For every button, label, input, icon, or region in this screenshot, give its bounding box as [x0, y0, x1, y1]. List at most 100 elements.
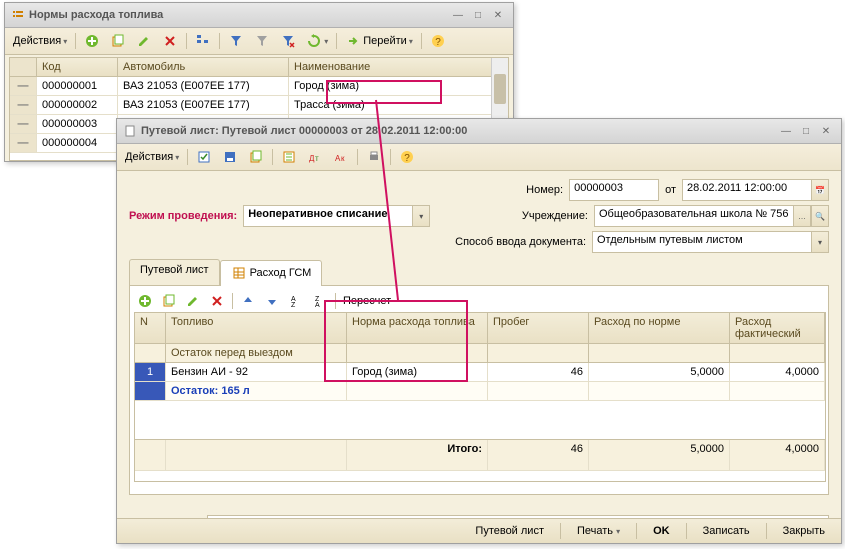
- dt-icon: Дт: [307, 149, 323, 165]
- sort-asc-icon: AZ: [288, 293, 304, 309]
- maximize-button[interactable]: □: [797, 124, 815, 138]
- org-label: Учреждение:: [522, 210, 588, 222]
- grid-row[interactable]: — 000000002 ВАЗ 21053 (Е007ЕЕ 177) Трасс…: [10, 96, 508, 115]
- number-label: Номер:: [526, 184, 563, 196]
- save-toolbar-button[interactable]: [218, 147, 242, 167]
- delete-button[interactable]: [158, 31, 182, 51]
- number-field[interactable]: 00000003: [569, 179, 659, 201]
- help-button[interactable]: ?: [426, 31, 450, 51]
- col-cons-norm[interactable]: Расход по норме: [589, 313, 730, 344]
- filter-clear-button[interactable]: [276, 31, 300, 51]
- sort-asc-button[interactable]: AZ: [285, 292, 307, 310]
- waybill-window: Путевой лист: Путевой лист 00000003 от 2…: [116, 118, 842, 544]
- add-button[interactable]: [80, 31, 104, 51]
- funnel-icon: [228, 33, 244, 49]
- col-balance[interactable]: Остаток перед выездом: [166, 344, 347, 363]
- window-title: Нормы расхода топлива: [29, 9, 449, 21]
- post-icon: [196, 149, 212, 165]
- maximize-button[interactable]: □: [469, 8, 487, 22]
- copy-row-button[interactable]: [158, 292, 180, 310]
- org-field[interactable]: Общеобразовательная школа № 756: [594, 205, 794, 227]
- recalc-button[interactable]: Пересчет: [340, 294, 394, 308]
- toolbar: Действия▾ ▾ Перейти▾ ?: [5, 28, 513, 55]
- hierarchy-icon: [195, 33, 211, 49]
- move-up-button[interactable]: [237, 292, 259, 310]
- org-lookup-button[interactable]: 🔍: [811, 205, 829, 227]
- filter-button[interactable]: [224, 31, 248, 51]
- actions-menu[interactable]: Действия▾: [121, 149, 183, 165]
- input-mode-dropdown-button[interactable]: ▾: [812, 231, 829, 253]
- delete-row-button[interactable]: [206, 292, 228, 310]
- titlebar: Путевой лист: Путевой лист 00000003 от 2…: [117, 119, 841, 144]
- minimize-button[interactable]: —: [777, 124, 795, 138]
- col-cons-fact[interactable]: Расход фактический: [730, 313, 825, 344]
- balance-link[interactable]: Остаток: 165 л: [166, 382, 347, 400]
- waybill-print-button[interactable]: Путевой лист: [467, 523, 552, 539]
- refresh-button[interactable]: ▾: [302, 31, 332, 51]
- copy-button[interactable]: [106, 31, 130, 51]
- org-ellipsis-button[interactable]: …: [794, 205, 811, 227]
- print-toolbar-button[interactable]: [362, 147, 386, 167]
- post-button[interactable]: [192, 147, 216, 167]
- disk-icon: [222, 149, 238, 165]
- funnel-x-icon: [280, 33, 296, 49]
- table-row-sub[interactable]: Остаток: 165 л: [135, 382, 825, 401]
- copy-icon: [110, 33, 126, 49]
- tab-fuel-consumption[interactable]: Расход ГСМ: [220, 260, 323, 286]
- help-icon: ?: [430, 33, 446, 49]
- minimize-button[interactable]: —: [449, 8, 467, 22]
- input-mode-select[interactable]: Отдельным путевым листом: [592, 231, 812, 253]
- svg-text:?: ?: [435, 37, 441, 48]
- consumption-table[interactable]: N Топливо Норма расхода топлива Пробег Р…: [134, 312, 826, 482]
- col-name[interactable]: Наименование: [289, 58, 508, 76]
- grid-row[interactable]: — 000000001 ВАЗ 21053 (Е007ЕЕ 177) Город…: [10, 77, 508, 96]
- tab-waybill[interactable]: Путевой лист: [129, 259, 220, 285]
- help-button[interactable]: ?: [395, 147, 419, 167]
- fill-button[interactable]: [277, 147, 301, 167]
- footer-bar: Путевой лист Печать ▾ OK Записать Закрыт…: [117, 518, 841, 543]
- pencil-icon: [185, 293, 201, 309]
- close-button[interactable]: ✕: [489, 8, 507, 22]
- arrow-up-icon: [240, 293, 256, 309]
- close-footer-button[interactable]: Закрыть: [775, 523, 833, 539]
- print-menu[interactable]: Печать ▾: [569, 523, 628, 539]
- toolbar: Действия▾ Дт Ак ?: [117, 144, 841, 171]
- add-row-button[interactable]: [134, 292, 156, 310]
- copy-button[interactable]: [244, 147, 268, 167]
- date-picker-button[interactable]: 📅: [812, 179, 829, 201]
- kt-button[interactable]: Ак: [329, 147, 353, 167]
- close-button[interactable]: ✕: [817, 124, 835, 138]
- sort-desc-button[interactable]: ZA: [309, 292, 331, 310]
- filter-off-button[interactable]: [250, 31, 274, 51]
- arrow-icon: [345, 33, 361, 49]
- mode-select[interactable]: Неоперативное списание: [243, 205, 413, 227]
- printer-icon: [366, 149, 382, 165]
- actions-menu[interactable]: Действия▾: [9, 33, 71, 49]
- col-norm[interactable]: Норма расхода топлива: [347, 313, 488, 344]
- help-icon: ?: [399, 149, 415, 165]
- table-row[interactable]: 1 Бензин АИ - 92 Город (зима) 46 5,0000 …: [135, 363, 825, 382]
- goto-menu[interactable]: Перейти▾: [341, 31, 417, 51]
- copy-icon: [248, 149, 264, 165]
- edit-button[interactable]: [132, 31, 156, 51]
- document-icon: [123, 124, 137, 138]
- col-fuel[interactable]: Топливо: [166, 313, 347, 344]
- mode-dropdown-button[interactable]: ▾: [413, 205, 430, 227]
- col-n[interactable]: N: [135, 313, 166, 344]
- svg-text:к: к: [341, 154, 345, 163]
- copy-icon: [161, 293, 177, 309]
- save-button[interactable]: Записать: [695, 523, 758, 539]
- ok-button[interactable]: OK: [645, 523, 678, 539]
- move-down-button[interactable]: [261, 292, 283, 310]
- date-from-label: от: [665, 184, 676, 196]
- tabs: Путевой лист Расход ГСМ: [129, 259, 829, 285]
- edit-row-button[interactable]: [182, 292, 204, 310]
- col-code[interactable]: Код: [37, 58, 118, 76]
- mini-toolbar: AZ ZA Пересчет: [134, 290, 824, 312]
- col-mileage[interactable]: Пробег: [488, 313, 589, 344]
- col-car[interactable]: Автомобиль: [118, 58, 289, 76]
- funnel-off-icon: [254, 33, 270, 49]
- date-field[interactable]: 28.02.2011 12:00:00: [682, 179, 812, 201]
- dt-button[interactable]: Дт: [303, 147, 327, 167]
- hierarchy-button[interactable]: [191, 31, 215, 51]
